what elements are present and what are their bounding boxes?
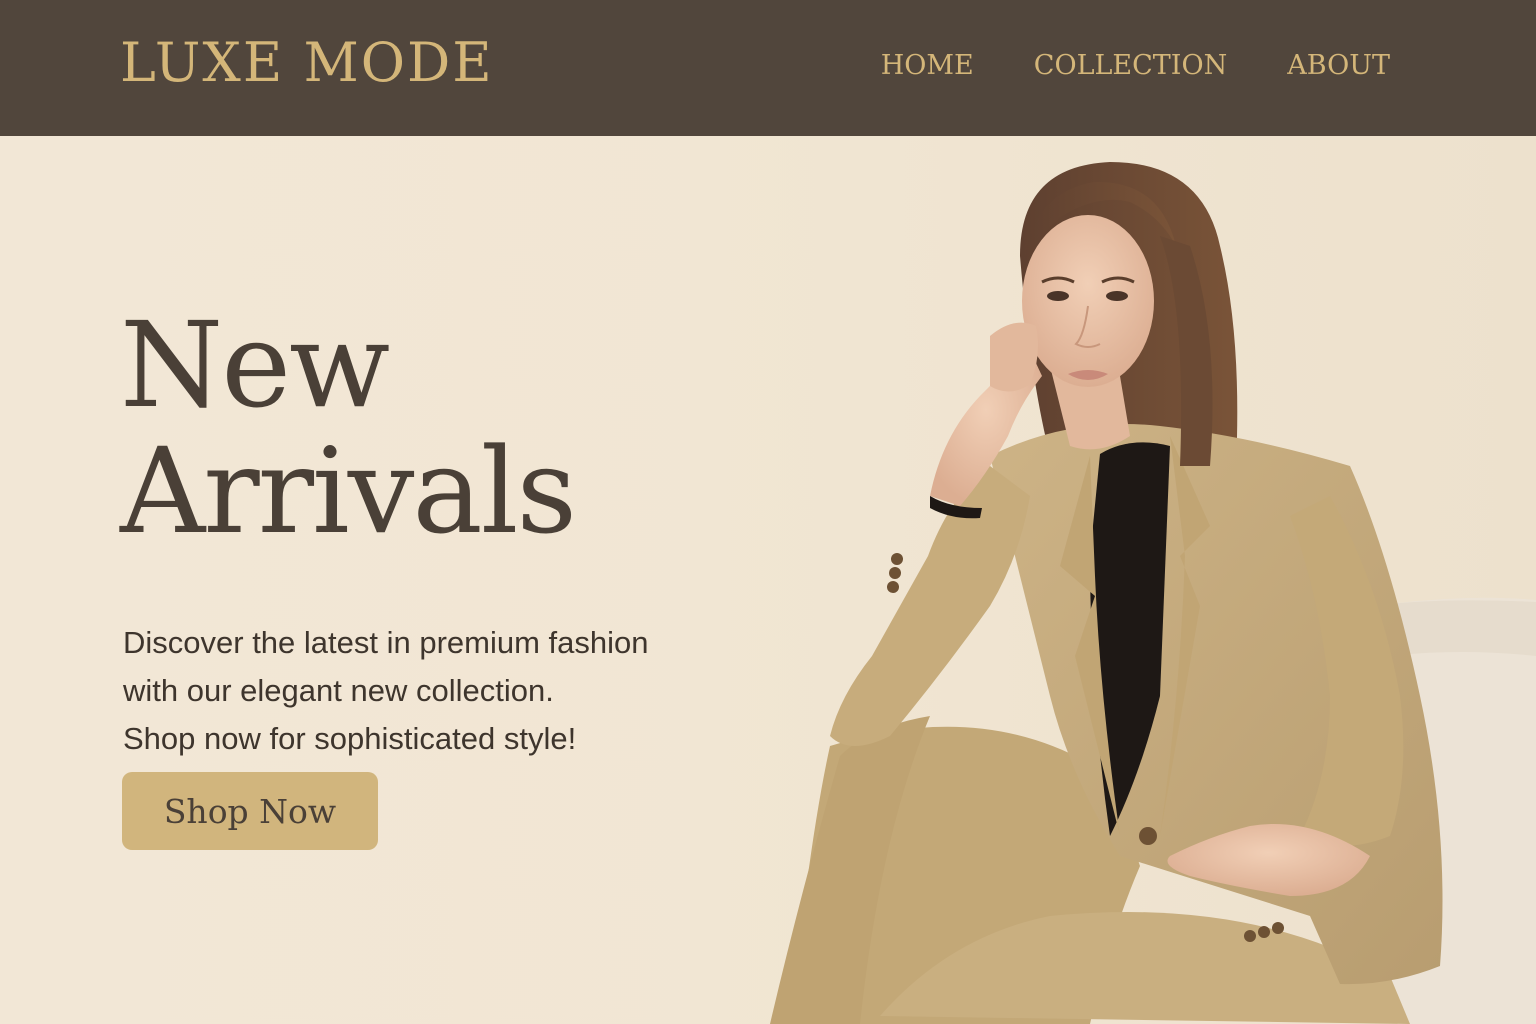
- hero-model-image: [690, 136, 1536, 1024]
- shop-now-button[interactable]: Shop Now: [122, 772, 378, 850]
- hero-description-line: with our elegant new collection.: [123, 673, 554, 708]
- hero-description-line: Shop now for sophisticated style!: [123, 721, 577, 756]
- hero-title-line-1: New: [120, 296, 390, 434]
- nav-about[interactable]: ABOUT: [1287, 52, 1390, 79]
- hero-description-line: Discover the latest in premium fashion: [123, 625, 649, 660]
- hero-description: Discover the latest in premium fashion w…: [123, 619, 723, 763]
- brand-logo[interactable]: LUXE MODE: [120, 36, 494, 90]
- nav-collection[interactable]: COLLECTION: [1034, 52, 1227, 79]
- nav-home[interactable]: HOME: [881, 52, 974, 79]
- site-header: LUXE MODE HOME COLLECTION ABOUT: [0, 0, 1536, 136]
- hero-section: New Arrivals Discover the latest in prem…: [0, 136, 1536, 1024]
- hero-title: New Arrivals: [120, 296, 577, 560]
- main-nav: HOME COLLECTION ABOUT: [881, 52, 1390, 79]
- model-illustration: [690, 136, 1536, 1024]
- hero-title-line-2: Arrivals: [120, 422, 577, 560]
